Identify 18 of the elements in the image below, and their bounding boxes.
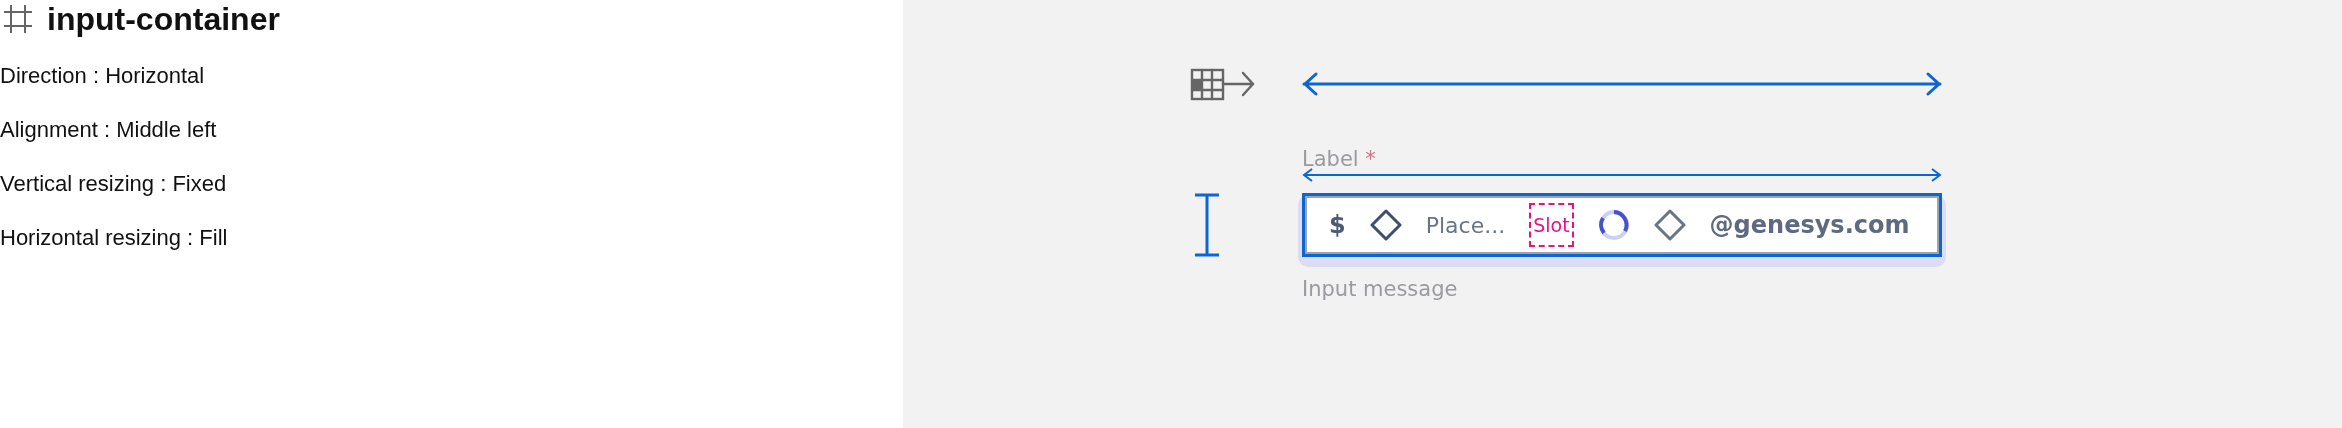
property-text: Alignment : Middle left xyxy=(0,116,218,144)
property-text: Direction : Horizontal xyxy=(0,62,206,90)
diamond-icon xyxy=(1369,209,1402,241)
height-marker xyxy=(1194,193,1220,257)
panel-title: input-container xyxy=(47,0,280,38)
helper-text: Input message xyxy=(1302,277,1459,301)
slot-placeholder: Slot xyxy=(1529,203,1574,247)
frame-icon xyxy=(3,4,33,34)
property-text: Horizontal resizing : Fill xyxy=(0,224,229,252)
spinner-icon xyxy=(1597,209,1630,241)
prefix-text: $ xyxy=(1329,211,1346,239)
input-field[interactable]: $ Place... Slot @genesys.com xyxy=(1302,193,1942,257)
field-label: Label * xyxy=(1302,147,1376,171)
direction-icon xyxy=(1190,67,1256,101)
diamond-icon xyxy=(1653,209,1686,241)
placeholder-text: Place... xyxy=(1425,212,1506,238)
property-text: Vertical resizing : Fixed xyxy=(0,170,228,198)
suffix-text: @genesys.com xyxy=(1709,211,1910,239)
